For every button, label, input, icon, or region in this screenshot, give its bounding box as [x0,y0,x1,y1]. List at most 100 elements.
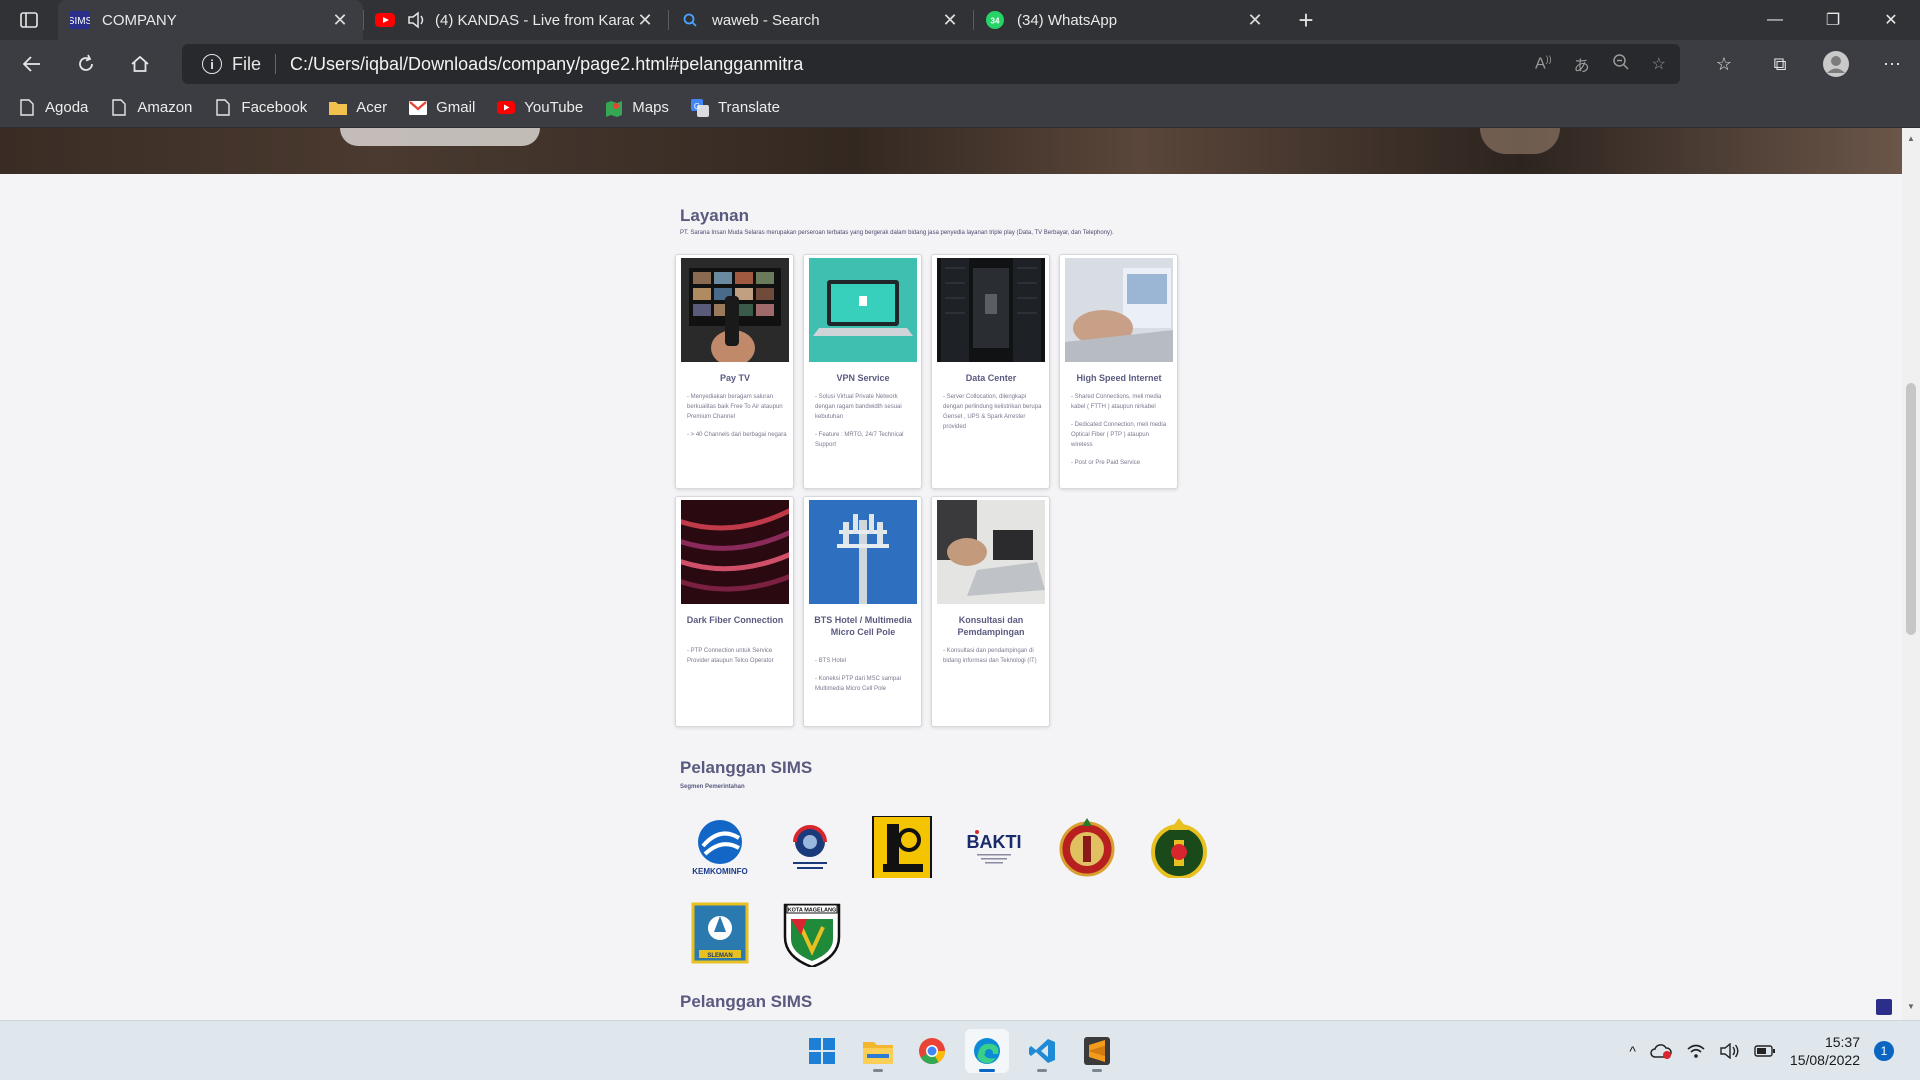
back-button[interactable] [10,44,54,84]
windows-logo-icon [809,1038,835,1064]
zoom-out-icon[interactable] [1612,53,1630,76]
translate-icon: G [690,98,709,117]
chevron-up-icon[interactable]: ^ [1629,1043,1636,1059]
home-button[interactable] [118,44,162,84]
new-tab-button[interactable]: + [1286,0,1326,40]
file-explorer-app[interactable] [856,1029,900,1073]
profile-avatar[interactable] [1808,44,1864,84]
tab-actions-button[interactable] [0,0,58,40]
logo-text: KEMKOMINFO [692,867,748,876]
logo-text: KOTA MAGELANG [788,908,837,914]
close-icon[interactable]: ✕ [329,10,351,31]
window-controls: — ❐ ✕ [1746,0,1920,40]
speaker-icon[interactable] [407,10,427,30]
battery-icon[interactable] [1754,1045,1776,1057]
edge-icon [974,1038,1000,1064]
card-title: Data Center [965,373,1017,383]
page-icon [18,99,36,117]
close-icon[interactable]: ✕ [939,10,961,31]
service-card-vpn[interactable]: VPN Service - Solusi Virtual Private Net… [803,254,922,489]
bakti-logo[interactable]: BAKTI [963,816,1025,878]
bookmark-acer[interactable]: Acer [329,99,387,117]
vscode-app[interactable] [1020,1029,1064,1073]
start-button[interactable] [800,1029,844,1073]
bookmark-translate[interactable]: G Translate [690,98,780,117]
system-tray: ^ 15:37 15/08/2022 1 [1629,1021,1894,1080]
service-card-high-speed-internet[interactable]: High Speed Internet - Shared Connections… [1059,254,1178,489]
bts-tower-image [809,500,917,604]
tab-youtube[interactable]: (4) KANDAS - Live from Karaoke ✕ [363,0,668,40]
address-url[interactable]: C:/Users/iqbal/Downloads/company/page2.h… [290,54,803,75]
kota-yogyakarta-logo[interactable] [1148,816,1210,878]
yogyakarta-seal-logo[interactable] [1056,816,1118,878]
sleman-logo[interactable]: SLEMAN [689,902,751,964]
service-card-bts-hotel[interactable]: BTS Hotel / Multimedia Micro Cell Pole -… [803,496,922,727]
close-icon[interactable]: ✕ [1244,10,1266,31]
collections-icon[interactable]: ⧉ [1752,44,1808,84]
bssn-logo[interactable] [779,816,841,878]
tab-whatsapp[interactable]: 34 (34) WhatsApp ✕ [973,0,1278,40]
notification-badge[interactable]: 1 [1874,1041,1894,1061]
windows-taskbar: ^ 15:37 15/08/2022 1 [0,1020,1920,1080]
page-viewport: Layanan PT. Sarana Insan Muda Selaras me… [0,128,1902,1020]
info-icon[interactable]: i [202,54,222,74]
address-divider [275,54,277,74]
add-favorite-icon[interactable]: ☆ [1652,54,1666,74]
layanan-description: PT. Sarana Insan Muda Selaras merupakan … [680,230,1114,236]
close-icon[interactable]: ✕ [634,10,656,31]
pelanggan-title: Pelanggan SIMS [680,758,813,777]
bookmark-maps[interactable]: Maps [605,99,669,117]
tab-title: (4) KANDAS - Live from Karaoke [435,11,634,29]
card-title: Pay TV [719,373,750,383]
card-title: VPN Service [836,373,890,383]
chrome-app[interactable] [910,1029,954,1073]
more-icon[interactable]: ⋯ [1864,44,1920,84]
minimize-button[interactable]: — [1746,0,1804,40]
volume-icon[interactable] [1720,1043,1740,1059]
wifi-icon[interactable] [1686,1043,1706,1059]
service-card-pay-tv[interactable]: Pay TV - Menyediakan beragam saluran ber… [675,254,794,489]
card-title: Dark Fiber Connection [686,615,784,625]
card-description: - Shared Connections, meli media kabel (… [1071,392,1171,476]
edge-app[interactable] [965,1029,1009,1073]
browser-toolbar: i File C:/Users/iqbal/Downloads/company/… [0,40,1920,88]
tab-actions-icon [20,12,38,28]
card-description: - Server Collocation, dilengkapi dengan … [943,392,1043,440]
page-scrollbar[interactable]: ▲ ▼ [1902,128,1920,1020]
tab-company[interactable]: SIMS COMPANY ✕ [58,0,363,40]
bookmark-agoda[interactable]: Agoda [18,99,88,117]
sublime-text-app[interactable] [1075,1029,1119,1073]
service-card-konsultasi[interactable]: Konsultasi dan Pemdampingan - Konsultasi… [931,496,1050,727]
pupr-logo[interactable] [871,816,933,878]
service-card-data-center[interactable]: Data Center - Server Collocation, dileng… [931,254,1050,489]
refresh-button[interactable] [64,44,108,84]
card-line: - > 40 Channels dari berbagai negara [687,432,787,438]
card-line: - Konsultasi dan pendampingan di bidang … [943,648,1037,664]
kota-magelang-logo[interactable]: KOTA MAGELANG [781,902,843,967]
vpn-image [809,258,917,362]
address-bar[interactable]: i File C:/Users/iqbal/Downloads/company/… [182,44,1680,84]
service-card-dark-fiber[interactable]: Dark Fiber Connection - PTP Connection u… [675,496,794,727]
scrollbar-thumb[interactable] [1906,383,1916,635]
bookmark-amazon[interactable]: Amazon [110,99,192,117]
hero-image [0,128,1902,174]
scroll-down-arrow-icon[interactable]: ▼ [1906,1002,1916,1012]
card-description: - Solusi Virtual Private Network dengan … [815,392,915,458]
tab-search[interactable]: waweb - Search ✕ [668,0,973,40]
bookmark-gmail[interactable]: Gmail [409,99,475,117]
card-line: - Feature : MRTG, 24/7 Technical Support [815,432,904,448]
floating-widget-icon[interactable] [1876,999,1892,1015]
bookmark-youtube[interactable]: YouTube [497,99,583,117]
close-window-button[interactable]: ✕ [1862,0,1920,40]
read-aloud-icon[interactable]: A)) [1535,54,1552,73]
taskbar-clock[interactable]: 15:37 15/08/2022 [1790,1033,1860,1069]
kemkominfo-logo[interactable]: KEMKOMINFO [689,816,751,878]
bookmark-facebook[interactable]: Facebook [214,99,307,117]
cloud-sync-icon[interactable] [1650,1043,1672,1059]
favorites-icon[interactable]: ☆ [1696,44,1752,84]
scroll-up-arrow-icon[interactable]: ▲ [1906,134,1916,144]
internet-image [1065,258,1173,362]
translate-icon[interactable]: あ [1574,52,1590,76]
youtube-icon [497,99,516,117]
restore-button[interactable]: ❐ [1804,0,1862,40]
